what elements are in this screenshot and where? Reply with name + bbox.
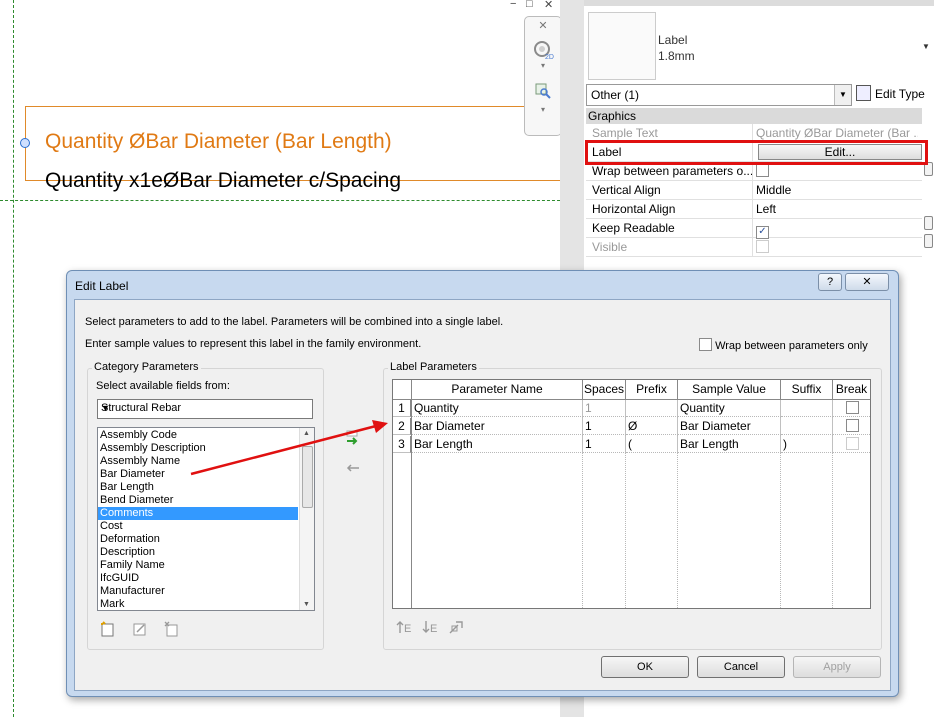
annotation-arrow — [190, 420, 388, 476]
